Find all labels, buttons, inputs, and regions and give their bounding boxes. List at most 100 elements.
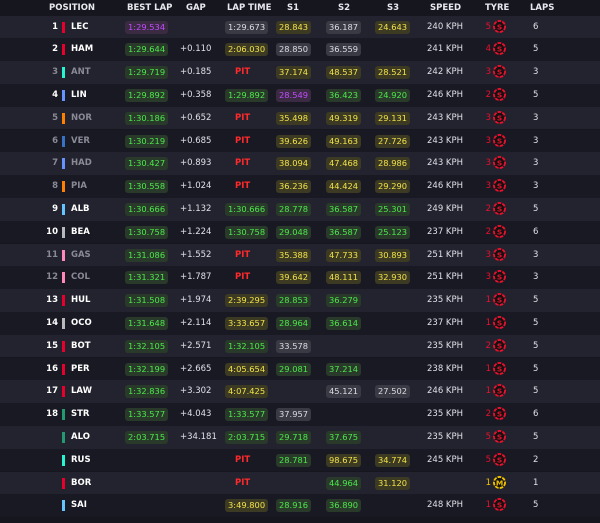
- sector-2-time: 49.319: [326, 111, 362, 125]
- last-lap-time: 2:03.715: [225, 430, 269, 444]
- best-lap-time: 1:30.666: [125, 202, 169, 216]
- driver-row[interactable]: 3 ANT 1:29.719 PIT 37.174 48.537 28.521 +0.185 2…: [0, 61, 600, 84]
- driver-row[interactable]: RUS PIT 28.781 98.675 34.774 245 KPH 5 S 2: [0, 448, 600, 472]
- svg-text:S: S: [497, 204, 502, 213]
- driver-code[interactable]: ALO: [71, 426, 90, 449]
- position-number: [42, 426, 58, 449]
- driver-row[interactable]: 8 PIA 1:30.558 PIT 36.236 44.424 29.290 +1.024 2…: [0, 175, 600, 198]
- svg-text:M: M: [496, 478, 503, 487]
- best-lap-time: 1:29.644: [125, 43, 169, 57]
- driver-code[interactable]: ALB: [71, 198, 89, 221]
- header-position[interactable]: POSITION: [49, 3, 95, 13]
- last-lap-time: 2:39.295: [225, 294, 269, 308]
- sector-2-time: 37.675: [326, 430, 362, 444]
- last-lap-time: 1:29.892: [225, 88, 269, 102]
- sector-1-time: 35.498: [276, 111, 312, 125]
- driver-code[interactable]: BOR: [71, 472, 91, 495]
- last-lap-time: 1:29.673: [225, 20, 269, 34]
- gap-to-leader: +1.974: [180, 295, 212, 306]
- driver-code[interactable]: ANT: [71, 61, 91, 84]
- svg-text:S: S: [497, 364, 502, 373]
- header-s2[interactable]: S2: [338, 3, 350, 13]
- sector-3-time: 29.290: [375, 180, 411, 194]
- driver-code[interactable]: HAM: [71, 38, 93, 61]
- sector-2-time: 36.587: [326, 202, 362, 216]
- sector-2-time: 48.537: [326, 66, 362, 80]
- driver-code[interactable]: NOR: [71, 107, 92, 130]
- driver-row[interactable]: 15 BOT 1:32.105 1:32.105 33.578 +2.571 235 KPH…: [0, 334, 600, 358]
- driver-code[interactable]: OCO: [71, 312, 92, 335]
- driver-row[interactable]: 10 BEA 1:30.758 1:30.758 29.048 36.587 25.123 +…: [0, 220, 600, 244]
- soft-tyre-icon: S: [493, 19, 506, 33]
- driver-code[interactable]: PIA: [71, 175, 87, 198]
- team-color-bar: [62, 181, 65, 193]
- best-lap-time: 1:30.758: [125, 225, 169, 239]
- driver-row[interactable]: 9 ALB 1:30.666 1:30.666 28.778 36.587 25.301 +1…: [0, 197, 600, 221]
- driver-code[interactable]: COL: [71, 266, 90, 289]
- sector-2-time: 45.121: [326, 385, 362, 399]
- driver-code[interactable]: HAD: [71, 152, 92, 175]
- driver-code[interactable]: STR: [71, 403, 89, 426]
- soft-tyre-icon: S: [493, 179, 506, 193]
- lap-count: 2: [533, 454, 539, 465]
- position-number: 6: [52, 135, 58, 146]
- best-lap-time: 1:31.321: [125, 271, 169, 285]
- driver-row[interactable]: 13 HUL 1:31.508 2:39.295 28.853 36.279 +1.974 2…: [0, 289, 600, 312]
- lap-count: 6: [533, 21, 539, 32]
- sector-1-time: 35.388: [276, 248, 312, 262]
- driver-row[interactable]: 4 LIN 1:29.892 1:29.892 28.549 36.423 24.920 +0…: [0, 83, 600, 107]
- driver-row[interactable]: 5 NOR 1:30.186 PIT 35.498 49.319 29.131 +0.652 2…: [0, 106, 600, 130]
- speed-trap: 235 KPH: [427, 409, 464, 420]
- header-gap[interactable]: GAP: [186, 3, 206, 13]
- driver-code[interactable]: HUL: [71, 289, 90, 312]
- svg-text:S: S: [497, 387, 502, 396]
- driver-code[interactable]: BOT: [71, 335, 91, 358]
- driver-code[interactable]: BEA: [71, 221, 90, 244]
- sector-1-time: 28.778: [276, 202, 312, 216]
- header-s3[interactable]: S3: [387, 3, 399, 13]
- driver-row[interactable]: 12 COL 1:31.321 PIT 39.642 48.111 32.930 +1.787…: [0, 266, 600, 289]
- position-number: 15: [46, 340, 58, 351]
- best-lap-time: 1:30.219: [125, 134, 169, 148]
- gap-to-leader: +0.185: [180, 67, 212, 78]
- driver-row[interactable]: 11 GAS 1:31.086 PIT 35.388 47.733 30.893 +1.552…: [0, 243, 600, 267]
- driver-code[interactable]: VER: [71, 130, 90, 153]
- header-s1[interactable]: S1: [287, 3, 299, 13]
- driver-row[interactable]: 17 LAW 1:32.836 4:07.425 45.121 27.502 +3.302 2…: [0, 380, 600, 403]
- driver-row[interactable]: BOR PIT 44.964 31.120 1 M 1: [0, 471, 600, 495]
- driver-code[interactable]: SAI: [71, 494, 87, 517]
- column-header-row: POSITION BEST LAP GAP LAP TIME S1 S2 S3 …: [0, 0, 600, 16]
- driver-row[interactable]: ALO 2:03.715 2:03.715 29.718 37.675 +34.181 23…: [0, 425, 600, 449]
- best-lap-time: 1:32.199: [125, 362, 169, 376]
- driver-row[interactable]: SAI 3:49.800 28.916 36.890 248 KPH 1 S 5: [0, 494, 600, 517]
- header-tyre[interactable]: TYRE: [485, 3, 509, 13]
- speed-trap: 235 KPH: [427, 295, 464, 306]
- header-best-lap[interactable]: BEST LAP: [127, 3, 172, 13]
- driver-row[interactable]: 16 PER 1:32.199 4:05.654 29.081 37.214 +2.665 2…: [0, 357, 600, 381]
- header-speed[interactable]: SPEED: [430, 3, 461, 13]
- driver-row[interactable]: 2 HAM 1:29.644 2:06.030 28.850 36.559 +0.110 24…: [0, 38, 600, 61]
- sector-3-time: 28.521: [375, 66, 411, 80]
- sector-1-time: 29.081: [276, 362, 312, 376]
- speed-trap: 243 KPH: [427, 112, 464, 123]
- driver-row[interactable]: 6 VER 1:30.219 PIT 39.626 49.163 27.726 +0.685 2…: [0, 129, 600, 153]
- driver-row[interactable]: 1 LEC 1:29.534 1:29.673 28.843 36.187 24.643 24…: [0, 15, 600, 39]
- driver-row[interactable]: 18 STR 1:33.577 1:33.577 37.957 +4.043 235 KPH…: [0, 403, 600, 426]
- lap-count: 5: [533, 295, 539, 306]
- driver-row[interactable]: 14 OCO 1:31.648 3:33.657 28.964 36.614 +2.114 2…: [0, 311, 600, 335]
- header-laps[interactable]: LAPS: [530, 3, 554, 13]
- driver-code[interactable]: PER: [71, 358, 90, 381]
- header-lap-time[interactable]: LAP TIME: [227, 3, 271, 13]
- tyre-age: 2: [485, 203, 491, 214]
- driver-code[interactable]: GAS: [71, 244, 91, 267]
- sector-3-time: 25.301: [375, 202, 411, 216]
- svg-text:S: S: [497, 113, 502, 122]
- tyre-age: 2: [485, 89, 491, 100]
- driver-row[interactable]: 7 HAD 1:30.427 PIT 38.094 47.468 28.986 +0.893 2…: [0, 152, 600, 175]
- soft-tyre-icon: S: [493, 42, 506, 56]
- driver-code[interactable]: LIN: [71, 84, 87, 107]
- driver-code[interactable]: LEC: [71, 16, 88, 39]
- driver-code[interactable]: LAW: [71, 380, 92, 403]
- sector-2-time: 36.279: [326, 294, 362, 308]
- driver-code[interactable]: RUS: [71, 449, 91, 472]
